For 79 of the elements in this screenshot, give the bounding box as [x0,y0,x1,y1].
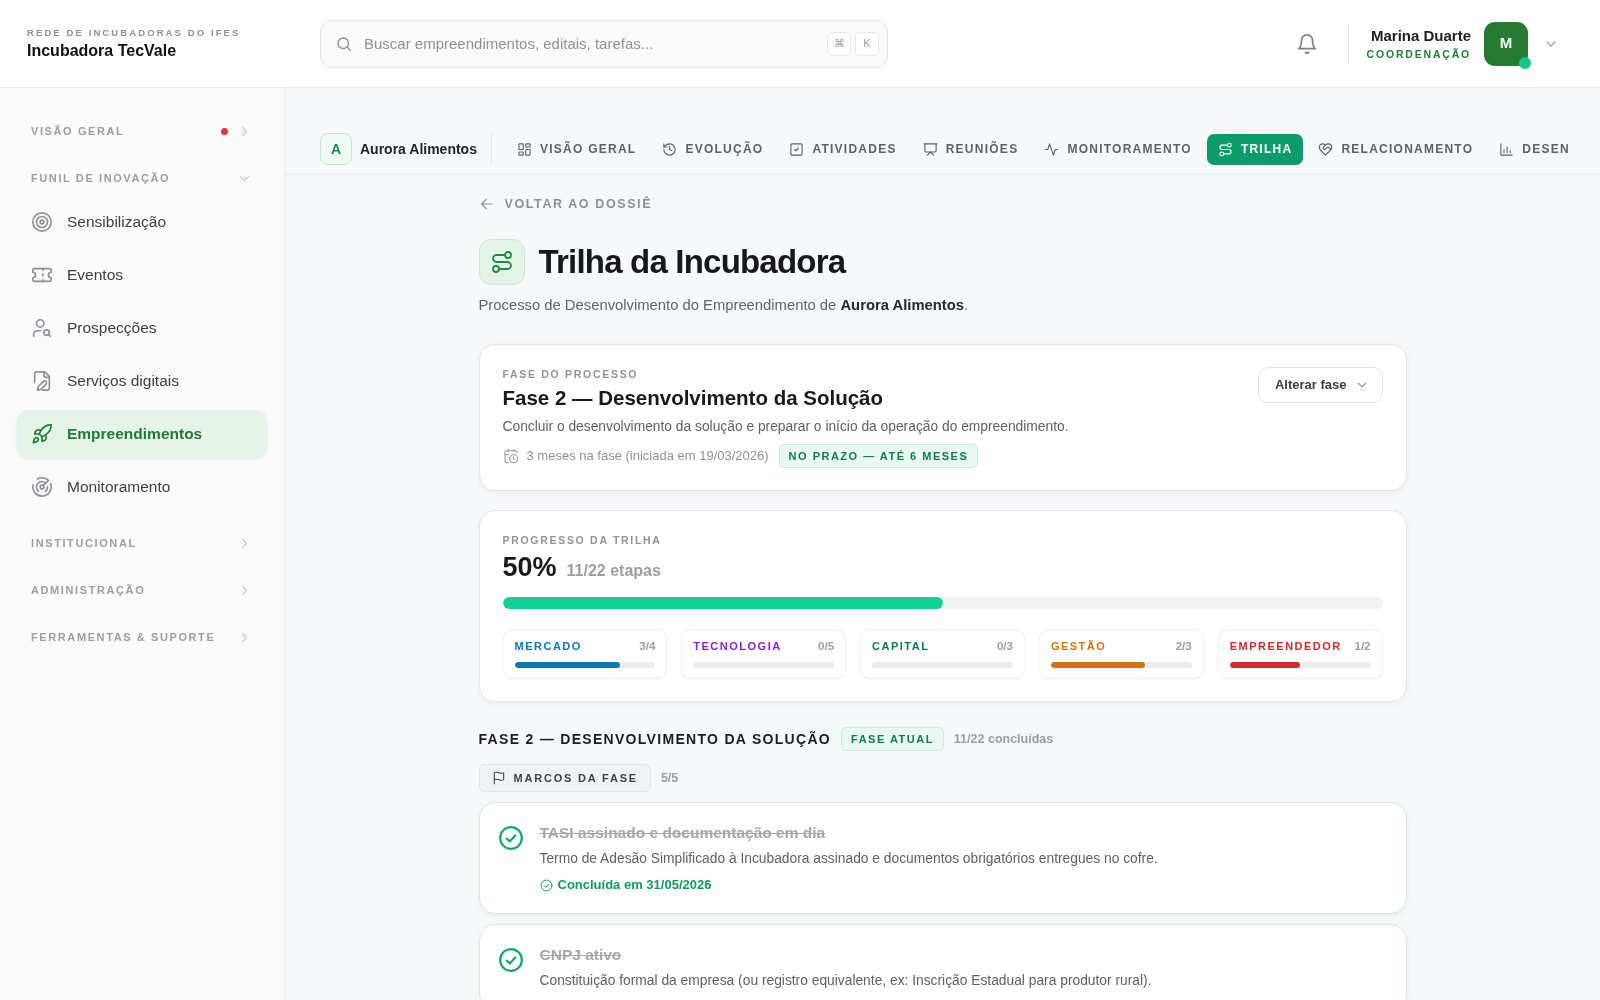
milestone-description: Constituição formal da empresa (ou registro equivalente, ex: Inscrição Estadual para produtor rural). [539,972,1152,990]
section-label: VISÃO GERAL [31,124,125,140]
back-link[interactable]: VOLTAR AO DOSSIÊ [478,195,653,213]
status-badge: NO PRAZO — ATÉ 6 MESES [778,444,979,468]
progress-steps: 11/22 etapas [566,555,661,587]
page-subtitle: Processo de Desenvolvimento do Empreendimento de Aurora Alimentos. [478,296,970,315]
tab[interactable]: ATIVIDADES [778,133,908,165]
dimension-count: 1/2 [1354,639,1371,654]
tab[interactable]: DESEN [1488,133,1581,165]
page-title: Trilha da Incubadora [538,242,846,282]
radar-icon [31,476,53,498]
tab[interactable]: MONITORAMENTO [1033,133,1203,165]
sidebar-item[interactable]: Eventos [17,251,267,299]
user-search-icon [31,317,53,339]
user-avatar[interactable]: M [1484,21,1528,66]
dimension-count: 2/3 [1175,639,1192,654]
section-label: INSTITUCIONAL [31,536,137,552]
entity-name: Aurora Alimentos [360,139,477,159]
tab[interactable]: VISÃO GERAL [505,133,648,165]
arrow-left-icon [478,196,495,212]
keyboard-key: ⌘ [827,31,851,56]
completion-summary: 11/22 concluídas [953,730,1054,748]
brand-name: Incubadora TecVale [27,41,178,61]
milestone-title: CNPJ ativo [539,945,623,965]
network-name: REDE DE INCUBADORAS DO IFES [27,26,242,39]
check-circle-icon [539,878,553,892]
sidebar-item[interactable]: Monitoramento [17,463,267,511]
dimension-label: CAPITAL [872,639,930,654]
user-role: COORDENAÇÃO [1366,46,1471,61]
progress-percent: 50% [502,551,557,583]
tab[interactable]: TRILHA [1206,133,1304,165]
phase-duration: 3 meses na fase (iniciada em 19/03/2026) [526,447,769,466]
bell-icon[interactable] [1295,32,1318,55]
sidebar-item[interactable]: Serviços digitais [17,357,267,405]
dimension-label: GESTÃO [1050,639,1107,654]
milestones-filter[interactable]: MARCOS DA FASE [478,764,651,792]
flag-icon [491,771,506,785]
milestone-description: Termo de Adesão Simplificado à Incubadora assinado e documentos obrigatórios entregues no cofre. [539,850,1158,868]
tab[interactable]: REUNIÕES [911,133,1030,165]
search-icon [335,34,353,53]
dimension-label: MERCADO [514,639,582,654]
user-name: Marina Duarte [1369,26,1471,45]
pulse-line-icon [1044,141,1060,157]
phase-title: Fase 2 — Desenvolvimento da Solução [502,385,884,411]
section-label: FUNIL DE INOVAÇÃO [31,171,171,187]
calendar-clock-icon [502,448,519,464]
card-label: FASE DO PROCESSO [502,367,640,381]
entity-avatar: A [320,133,352,165]
section-title: FASE 2 — DESENVOLVIMENTO DA SOLUÇÃO [478,729,831,749]
target-icon [31,211,53,233]
change-phase-button[interactable]: Alterar fase [1257,367,1383,403]
milestone-title: TASI assinado e documentação em dia [539,823,827,843]
sidebar-item[interactable]: Prospecções [17,304,267,352]
milestones-count: 5/5 [660,769,679,787]
grid-icon [516,141,532,157]
current-phase-badge: FASE ATUAL [841,727,944,751]
document-pen-icon [31,370,53,392]
section-label: FERRAMENTAS & SUPORTE [31,630,216,646]
dimension-count: 0/3 [996,639,1013,654]
tab[interactable]: EVOLUÇÃO [651,133,775,165]
history-icon [662,141,678,157]
completion-date: Concluída em 31/05/2026 [557,876,712,894]
section-label: ADMINISTRAÇÃO [31,583,146,599]
route-icon [1217,141,1233,157]
bar-chart-icon [1499,141,1515,157]
phase-description: Concluir o desenvolvimento da solução e preparar o início da operação do empreendimento. [502,418,1069,436]
dimension-label: TECNOLOGIA [693,639,782,654]
heart-handshake-icon [1318,141,1334,157]
sidebar-item[interactable]: Empreendimentos [17,410,267,458]
route-icon [478,239,525,285]
tab[interactable]: RELACIONAMENTO [1307,133,1485,165]
dimension-label: EMPREENDEDOR [1229,639,1342,654]
card-label: PROGRESSO DA TRILHA [502,533,663,547]
keyboard-key: K [855,31,879,56]
dimension-count: 3/4 [639,639,656,654]
presentation-board-icon [922,141,938,157]
rocket-icon [31,423,53,445]
checkbox-icon [789,141,805,157]
dimension-count: 0/5 [818,639,835,654]
